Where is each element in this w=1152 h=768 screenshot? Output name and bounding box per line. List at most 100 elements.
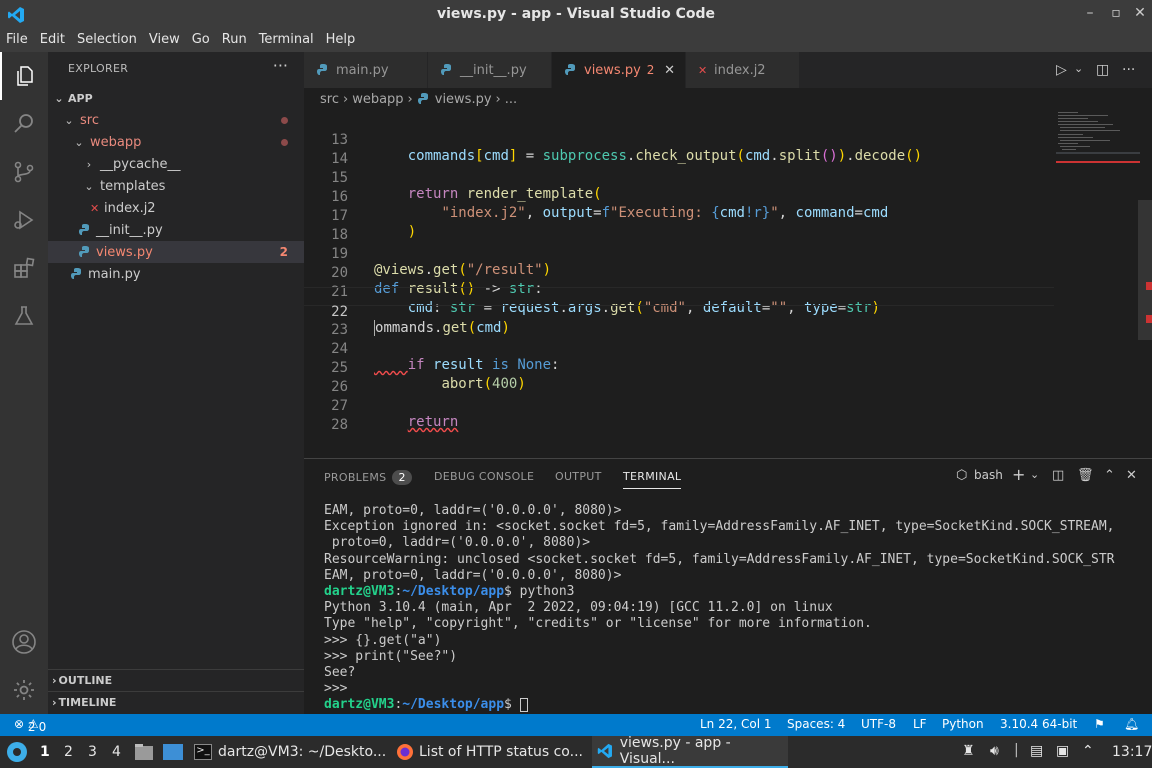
start-menu-icon[interactable] — [6, 741, 28, 763]
run-file-icon[interactable]: ▷ — [1056, 62, 1067, 78]
menu-file[interactable]: File — [6, 30, 34, 52]
network-icon[interactable]: ▣ — [1056, 743, 1069, 759]
menu-help[interactable]: Help — [326, 30, 362, 52]
taskbar-terminal[interactable]: >_ dartz@VM3: ~/Deskto... — [194, 736, 388, 768]
workspace-4[interactable]: 4 — [112, 744, 121, 760]
chevron-down-icon: ⌄ — [64, 113, 74, 127]
taskbar-app-label: views.py - app - Visual... — [619, 735, 731, 767]
menu-edit[interactable]: Edit — [40, 30, 71, 52]
code-line: 14 — [304, 135, 1054, 167]
taskbar-firefox[interactable]: List of HTTP status co... — [396, 736, 588, 768]
code-editor[interactable]: 13 commands[cmd] = subprocess.check_outp… — [304, 110, 1152, 458]
python-file-icon — [79, 224, 89, 235]
file-manager-icon[interactable] — [134, 743, 154, 761]
code-line: 27 return — [304, 382, 1054, 430]
outline-section[interactable]: › OUTLINE — [48, 669, 304, 691]
menu-run[interactable]: Run — [222, 30, 253, 52]
menu-terminal[interactable]: Terminal — [259, 30, 320, 52]
breadcrumb-webapp[interactable]: webapp — [352, 92, 403, 107]
taskbar-vscode[interactable]: views.py - app - Visual... — [592, 735, 788, 768]
language-mode[interactable]: Python — [942, 717, 984, 731]
timeline-section[interactable]: › TIMELINE — [48, 691, 304, 713]
file-views-py[interactable]: views.py 2 — [48, 241, 304, 263]
folder-templates[interactable]: ⌄ templates — [48, 175, 304, 197]
terminal-line: Type "help", "copyright", "credits" or "… — [324, 616, 872, 632]
tab-index-j2[interactable]: ✕ index.j2 — [686, 52, 800, 88]
workspace-2[interactable]: 2 — [64, 744, 73, 760]
tab-problems[interactable]: PROBLEMS 2 — [324, 470, 412, 485]
folder-src[interactable]: ⌄ src — [48, 109, 304, 131]
error-marker — [1146, 315, 1152, 323]
tab-debug-console[interactable]: DEBUG CONSOLE — [434, 470, 534, 483]
folder-pycache[interactable]: › __pycache__ — [48, 153, 304, 175]
notifications-bell-icon[interactable]: 🔔︎ — [1124, 717, 1139, 731]
code-line-current: 22 ommands.get(cmd) — [304, 287, 1054, 336]
menu-selection[interactable]: Selection — [77, 30, 143, 52]
tray-chevron-icon[interactable]: ⌃ — [1082, 743, 1094, 759]
cursor-position[interactable]: Ln 22, Col 1 — [700, 717, 772, 731]
more-actions-icon[interactable]: ··· — [273, 56, 288, 75]
tab-label: __init__.py — [460, 62, 527, 78]
chevron-right-icon: › — [342, 91, 349, 107]
close-tab-icon[interactable]: ✕ — [664, 63, 675, 78]
split-editor-icon[interactable]: ◫ — [1096, 62, 1109, 78]
file-init-py[interactable]: __init__.py — [48, 219, 304, 241]
maximize-icon[interactable]: ▫ — [1106, 5, 1126, 21]
new-terminal-icon[interactable]: + — [1012, 465, 1025, 484]
breadcrumb-views-py[interactable]: views.py — [435, 92, 492, 107]
tab-terminal[interactable]: TERMINAL — [623, 470, 682, 489]
problems-status[interactable]: ⊗ 2 ⚠ 0 — [14, 717, 46, 734]
source-control-icon[interactable] — [0, 148, 48, 196]
terminal-shell-name[interactable]: bash — [974, 468, 1003, 482]
settings-gear-icon[interactable] — [0, 666, 48, 714]
indentation[interactable]: Spaces: 4 — [787, 717, 845, 731]
clock[interactable]: 13:17 — [1112, 744, 1152, 760]
split-terminal-icon[interactable]: ◫ — [1052, 468, 1064, 483]
trash-icon[interactable]: 🗑 — [1077, 468, 1094, 483]
prompt-user: dartz@VM3 — [324, 697, 395, 713]
close-window-icon[interactable]: ✕ — [1130, 5, 1150, 21]
folder-webapp[interactable]: ⌄ webapp — [48, 131, 304, 153]
extensions-icon[interactable] — [0, 244, 48, 292]
workspace-3[interactable]: 3 — [88, 744, 97, 760]
tab-output[interactable]: OUTPUT — [555, 470, 602, 483]
menu-go[interactable]: Go — [192, 30, 216, 52]
chevron-down-icon[interactable]: ⌄ — [1030, 468, 1039, 481]
show-desktop-icon[interactable] — [162, 743, 184, 761]
more-actions-icon[interactable]: ··· — [1122, 62, 1135, 78]
breadcrumb-src[interactable]: src — [320, 92, 339, 107]
python-file-icon — [71, 268, 81, 279]
volume-icon[interactable]: 🔊︎ — [990, 743, 999, 759]
close-panel-icon[interactable]: ✕ — [1126, 468, 1137, 483]
tab-views-py[interactable]: views.py 2 ✕ — [552, 52, 686, 88]
testing-icon[interactable] — [0, 292, 48, 340]
folder-root-app[interactable]: ⌄ APP — [48, 87, 304, 109]
folder-label: src — [80, 112, 99, 128]
code-line: 25 abort(400) — [304, 344, 1054, 392]
menu-view[interactable]: View — [149, 30, 186, 52]
breadcrumb: src › webapp › views.py › ... — [304, 88, 1152, 110]
minimap[interactable] — [1056, 110, 1142, 170]
file-index-j2[interactable]: ✕ index.j2 — [48, 197, 304, 219]
feedback-icon[interactable]: ⚑ — [1094, 717, 1105, 731]
end-of-line[interactable]: LF — [913, 717, 927, 731]
clipboard-icon[interactable]: ▤ — [1030, 743, 1043, 759]
taskbar: 1 2 3 4 >_ dartz@VM3: ~/Deskto... List o… — [0, 735, 1152, 768]
python-interpreter[interactable]: 3.10.4 64-bit — [1000, 717, 1077, 731]
tab-main-py[interactable]: main.py — [304, 52, 428, 88]
breadcrumb-symbol[interactable]: ... — [505, 92, 517, 107]
accounts-icon[interactable] — [0, 618, 48, 666]
bottom-panel: PROBLEMS 2 DEBUG CONSOLE OUTPUT TERMINAL … — [304, 458, 1152, 714]
tab-init-py[interactable]: __init__.py — [428, 52, 552, 88]
search-icon[interactable] — [0, 100, 48, 148]
chevron-down-icon[interactable]: ⌄ — [1074, 62, 1083, 75]
tray-security-icon[interactable]: ♜ — [962, 743, 975, 759]
workspace-1[interactable]: 1 — [40, 744, 50, 760]
file-main-py[interactable]: main.py — [48, 263, 304, 285]
explorer-icon[interactable] — [0, 52, 48, 100]
encoding[interactable]: UTF-8 — [861, 717, 896, 731]
minimize-icon[interactable]: – — [1080, 5, 1100, 21]
run-debug-icon[interactable] — [0, 196, 48, 244]
maximize-panel-icon[interactable]: ⌃ — [1104, 468, 1115, 483]
terminal-output[interactable]: EAM, proto=0, laddr=('0.0.0.0', 8080)> E… — [324, 503, 1115, 714]
